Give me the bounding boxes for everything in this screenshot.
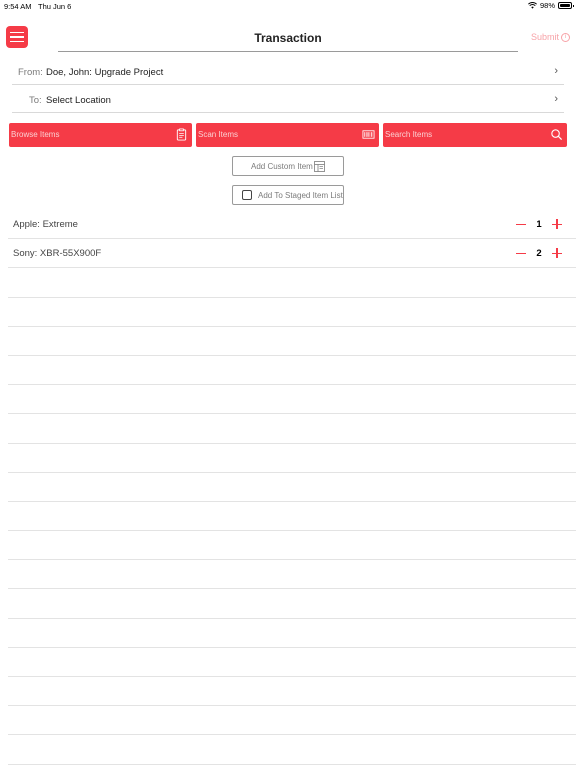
- empty-row: [8, 619, 576, 648]
- chevron-right-icon: ›: [554, 65, 558, 77]
- staged-item-list-toggle[interactable]: Add To Staged Item List: [232, 185, 344, 205]
- empty-row: [8, 706, 576, 736]
- staged-item-list-label: Add To Staged Item List: [258, 191, 343, 200]
- empty-row: [8, 735, 576, 765]
- add-custom-item-button[interactable]: Add Custom Item: [232, 156, 344, 176]
- item-list: Apple: Extreme 1 Sony: XBR-55X900F 2: [8, 210, 576, 765]
- empty-row: [8, 414, 576, 444]
- empty-row: [8, 327, 576, 356]
- search-items-button[interactable]: Search Items: [383, 123, 567, 147]
- status-right: 98%: [528, 1, 574, 10]
- quantity-stepper: 2: [516, 245, 562, 261]
- empty-row: [8, 677, 576, 707]
- page-title: Transaction: [254, 31, 322, 45]
- scan-items-label: Scan Items: [198, 130, 239, 139]
- decrement-button[interactable]: [516, 245, 526, 261]
- browse-items-label: Browse Items: [11, 130, 60, 139]
- submit-button[interactable]: Submit i: [531, 32, 570, 42]
- list-item[interactable]: Sony: XBR-55X900F 2: [8, 239, 576, 269]
- to-field[interactable]: To: Select Location ›: [12, 89, 564, 113]
- quantity-stepper: 1: [516, 216, 562, 232]
- item-name: Sony: XBR-55X900F: [13, 248, 102, 260]
- status-bar: 9:54 AM Thu Jun 6 98%: [0, 0, 576, 12]
- clipboard-icon: [176, 128, 187, 141]
- from-label: From:: [18, 67, 43, 78]
- empty-row: [8, 589, 576, 619]
- submit-label: Submit: [530, 32, 559, 42]
- empty-row: [8, 560, 576, 590]
- item-quantity: 1: [536, 218, 542, 230]
- status-date: Thu Jun 6: [38, 2, 72, 11]
- increment-button[interactable]: [552, 245, 562, 261]
- empty-row: [8, 444, 576, 473]
- increment-button[interactable]: [552, 216, 562, 232]
- search-icon: [551, 129, 563, 141]
- staged-checkbox[interactable]: [242, 190, 252, 200]
- empty-row: [8, 356, 576, 386]
- item-quantity: 2: [536, 247, 542, 259]
- to-value: Select Location: [46, 95, 111, 106]
- nav-bar: Transaction Submit i: [0, 26, 576, 54]
- list-item[interactable]: Apple: Extreme 1: [8, 210, 576, 240]
- battery-icon: [558, 2, 574, 9]
- empty-row: [8, 385, 576, 415]
- empty-row: [8, 298, 576, 327]
- empty-row: [8, 473, 576, 502]
- status-time: 9:54 AM: [4, 2, 32, 11]
- item-name: Apple: Extreme: [13, 219, 78, 230]
- from-value: Doe, John: Upgrade Project: [46, 67, 164, 78]
- title-divider: [58, 51, 518, 52]
- empty-row: [8, 502, 576, 532]
- empty-row: [8, 268, 576, 298]
- wifi-icon: [528, 2, 537, 9]
- search-items-label: Search Items: [385, 130, 433, 139]
- add-custom-item-label: Add Custom Item: [251, 162, 313, 171]
- decrement-button[interactable]: [516, 216, 526, 232]
- scan-items-button[interactable]: Scan Items: [196, 123, 379, 147]
- battery-percent: 98%: [539, 1, 555, 10]
- chevron-right-icon: ›: [554, 93, 558, 105]
- empty-row: [8, 531, 576, 561]
- from-field[interactable]: From: Doe, John: Upgrade Project ›: [12, 61, 564, 85]
- form-icon: [314, 161, 325, 172]
- info-circle-icon: i: [561, 32, 570, 42]
- browse-items-button[interactable]: Browse Items: [9, 123, 192, 147]
- to-label: To:: [29, 95, 42, 106]
- empty-row: [8, 648, 576, 677]
- barcode-icon: [362, 130, 375, 139]
